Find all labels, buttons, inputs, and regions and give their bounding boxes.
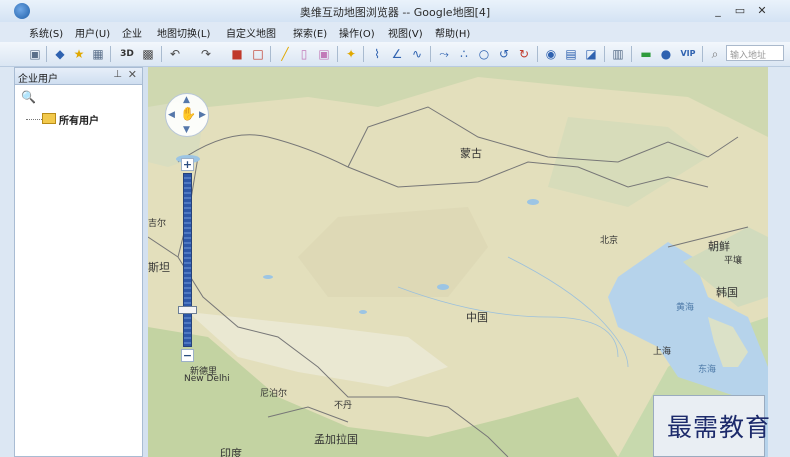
3d-icon[interactable]: 3D: [117, 46, 137, 62]
toolbar-separator: [161, 46, 162, 62]
panel-title: 企业用户: [18, 74, 58, 85]
building-icon[interactable]: ▦: [90, 46, 106, 62]
map-label-mongolia: 蒙古: [460, 147, 482, 160]
undo-icon[interactable]: ↶: [167, 46, 183, 62]
menu-enterprise[interactable]: 企业: [122, 25, 142, 40]
delete-icon[interactable]: ■: [229, 46, 245, 62]
pan-control[interactable]: ▲ ▼ ◀ ▶ ✋: [165, 93, 209, 137]
image-icon[interactable]: ▤: [563, 46, 579, 62]
window-title: 奥维互动地图浏览器 -- Google地图[4]: [299, 6, 491, 19]
qr-code-icon[interactable]: ▩: [140, 46, 156, 62]
toolbar: ▣ ◆ ★ ▦ 3D ▩ ↶ ↷ ■ □ ╱ ▯ ▣ ✦ ⌇ ∠ ∿ ⤳ ∴ ○…: [0, 42, 790, 67]
toolbar-separator: [337, 46, 338, 62]
map-label-india: 印度: [220, 447, 242, 457]
refresh-icon[interactable]: ↻: [516, 46, 532, 62]
map-label-stan: 斯坦: [148, 261, 170, 274]
save-icon[interactable]: ▣: [27, 46, 43, 62]
close-button[interactable]: ✕: [752, 2, 772, 20]
title-bar: 奥维互动地图浏览器 -- Google地图[4] _ ▭ ✕: [0, 0, 790, 22]
panel-close-button[interactable]: ✕: [128, 68, 137, 81]
map-label-yellow-sea: 黄海: [676, 303, 695, 313]
pan-down-icon[interactable]: ▼: [183, 125, 190, 135]
menu-view[interactable]: 视图(V): [388, 25, 423, 40]
map-label-north-korea: 朝鲜: [708, 240, 730, 253]
circle-icon[interactable]: ○: [476, 46, 492, 62]
toolbar-separator: [46, 46, 47, 62]
map-label-south-korea: 韩国: [716, 286, 738, 299]
map-label-shanghai: 上海: [653, 347, 672, 357]
toolbar-separator: [363, 46, 364, 62]
export-icon[interactable]: ▥: [610, 46, 626, 62]
chat-icon[interactable]: ▬: [638, 46, 654, 62]
menu-map-switch[interactable]: 地图切换(L): [157, 25, 210, 40]
toolbar-separator: [430, 46, 431, 62]
map-label-new-delhi-en: New Delhi: [184, 374, 230, 384]
toolbar-separator: [702, 46, 703, 62]
tree-connector: [26, 119, 42, 120]
globe-icon[interactable]: ◉: [543, 46, 559, 62]
pan-left-icon[interactable]: ◀: [168, 110, 175, 120]
star-marker-icon[interactable]: ✦: [343, 46, 359, 62]
info-icon[interactable]: ●: [658, 46, 674, 62]
toolbar-separator: [110, 46, 111, 62]
address-search-input[interactable]: 输入地址: [726, 45, 784, 61]
pencil-icon[interactable]: ╱: [277, 46, 293, 62]
pin-icon[interactable]: ⊥: [113, 69, 122, 80]
search-icon[interactable]: ⌕: [707, 46, 723, 62]
panel-search-icon[interactable]: 🔍: [21, 90, 36, 104]
menu-help[interactable]: 帮助(H): [435, 25, 470, 40]
pan-up-icon[interactable]: ▲: [183, 95, 190, 105]
map-label-nepal: 尼泊尔: [260, 389, 288, 399]
toolbar-separator: [631, 46, 632, 62]
select-rect-icon[interactable]: □: [250, 46, 266, 62]
maximize-button[interactable]: ▭: [730, 2, 750, 20]
menu-bar: 系统(S) 用户(U) 企业 地图切换(L) 自定义地图 探索(E) 操作(O)…: [0, 22, 790, 42]
zoom-slider-track[interactable]: [183, 173, 192, 347]
minimize-button[interactable]: _: [708, 2, 728, 20]
watermark-logo: 最需教育: [667, 413, 772, 442]
menu-system[interactable]: 系统(S): [29, 25, 63, 40]
menu-custom-map[interactable]: 自定义地图: [226, 25, 276, 40]
ruler-icon[interactable]: ▯: [296, 46, 312, 62]
toolbar-separator: [270, 46, 271, 62]
redo-icon[interactable]: ↷: [198, 46, 214, 62]
zoom-slider-handle[interactable]: [178, 306, 197, 315]
pan-right-icon[interactable]: ▶: [199, 110, 206, 120]
toolbar-separator: [604, 46, 605, 62]
rotate-icon[interactable]: ↺: [496, 46, 512, 62]
right-border: [768, 67, 790, 457]
map-label-bhutan: 不丹: [334, 401, 353, 411]
hand-icon: ✋: [180, 107, 197, 122]
vip-icon[interactable]: VIP: [677, 46, 699, 62]
map-label-east-sea: 东海: [698, 365, 717, 375]
folder-icon: [42, 113, 56, 124]
scatter-icon[interactable]: ∴: [456, 46, 472, 62]
screenshot-icon[interactable]: ▣: [316, 46, 332, 62]
map-label-china: 中国: [466, 311, 488, 324]
toolbar-separator: [537, 46, 538, 62]
zoom-out-button[interactable]: −: [181, 349, 194, 362]
zoom-in-button[interactable]: +: [181, 158, 194, 171]
route-icon[interactable]: ⤳: [436, 46, 452, 62]
curve-icon[interactable]: ∿: [409, 46, 425, 62]
eraser-icon[interactable]: ◪: [583, 46, 599, 62]
map-label-beijing: 北京: [600, 236, 619, 246]
map-label-bangladesh: 孟加拉国: [314, 433, 358, 446]
map-label-kyrgyz: 吉尔: [148, 219, 167, 229]
angle-icon[interactable]: ∠: [389, 46, 405, 62]
menu-explore[interactable]: 探索(E): [293, 25, 327, 40]
panel-header: 企业用户 ⊥ ✕: [15, 68, 142, 85]
map-label-pyongyang: 平壤: [724, 256, 743, 266]
tree-item-all-users[interactable]: 所有用户: [59, 112, 99, 127]
menu-user[interactable]: 用户(U): [75, 25, 110, 40]
menu-operation[interactable]: 操作(O): [339, 25, 375, 40]
polyline-icon[interactable]: ⌇: [369, 46, 385, 62]
enterprise-user-panel: 企业用户 ⊥ ✕ 🔍 所有用户: [14, 67, 143, 457]
favorite-star-icon[interactable]: ★: [71, 46, 87, 62]
layers-icon[interactable]: ◆: [52, 46, 68, 62]
